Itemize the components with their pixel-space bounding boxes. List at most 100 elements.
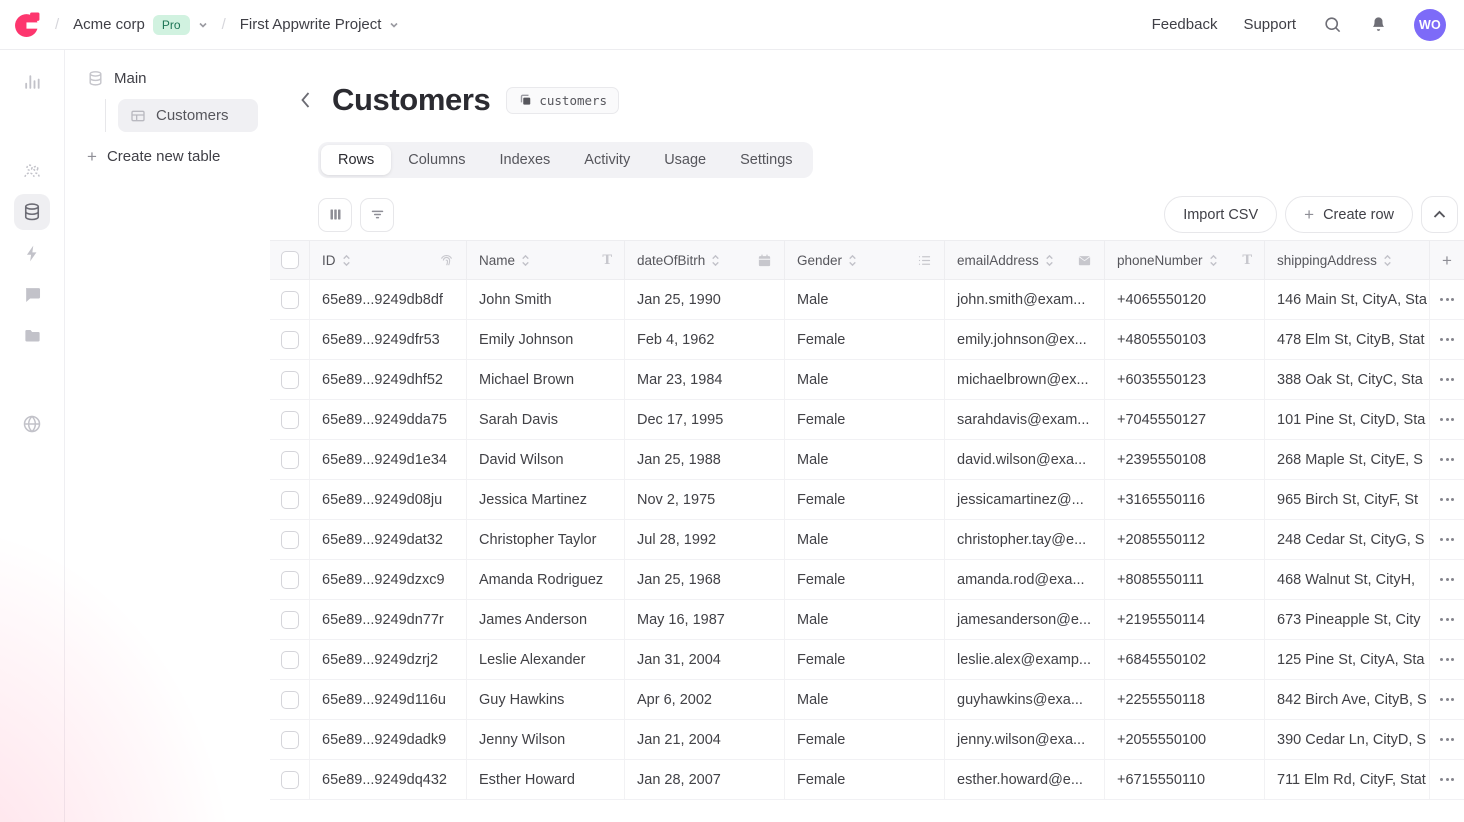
add-column-button[interactable]: + xyxy=(1430,241,1464,279)
cell-dateofbitrh: Feb 4, 1962 xyxy=(625,320,785,359)
table-row[interactable]: 65e89...9249d116u Guy Hawkins Apr 6, 200… xyxy=(270,680,1464,720)
columns-view-icon[interactable] xyxy=(318,198,352,232)
row-more-icon[interactable] xyxy=(1436,292,1458,307)
row-checkbox[interactable] xyxy=(281,491,299,509)
cell-phonenumber: +6845550102 xyxy=(1105,640,1265,679)
create-row-button[interactable]: + Create row xyxy=(1285,196,1413,233)
table-row[interactable]: 65e89...9249d1e34 David Wilson Jan 25, 1… xyxy=(270,440,1464,480)
cell-gender: Female xyxy=(785,760,945,799)
text-type-icon: T xyxy=(602,253,612,268)
table-row[interactable]: 65e89...9249dq432 Esther Howard Jan 28, … xyxy=(270,760,1464,800)
feedback-link[interactable]: Feedback xyxy=(1152,16,1218,33)
tree-database-main[interactable]: Main xyxy=(79,62,258,95)
row-checkbox[interactable] xyxy=(281,531,299,549)
column-header-shippingaddress[interactable]: shippingAddress xyxy=(1265,241,1430,279)
row-more-icon[interactable] xyxy=(1436,652,1458,667)
cell-phonenumber: +6035550123 xyxy=(1105,360,1265,399)
messaging-icon[interactable] xyxy=(14,276,50,312)
filters-icon[interactable] xyxy=(360,198,394,232)
row-actions-cell xyxy=(1430,280,1464,319)
storage-icon[interactable] xyxy=(14,317,50,353)
tree-table-customers[interactable]: Customers xyxy=(118,99,258,132)
row-checkbox[interactable] xyxy=(281,571,299,589)
row-select-cell xyxy=(270,640,310,679)
column-header-name[interactable]: Name T xyxy=(467,241,625,279)
row-more-icon[interactable] xyxy=(1436,412,1458,427)
network-icon[interactable] xyxy=(14,406,50,442)
tab-indexes[interactable]: Indexes xyxy=(482,145,567,175)
row-checkbox[interactable] xyxy=(281,731,299,749)
back-button[interactable] xyxy=(294,89,316,111)
sort-icon xyxy=(521,254,530,267)
select-all-checkbox[interactable] xyxy=(281,251,299,269)
row-checkbox[interactable] xyxy=(281,331,299,349)
metrics-icon[interactable] xyxy=(14,64,50,100)
support-link[interactable]: Support xyxy=(1243,16,1296,33)
tab-columns[interactable]: Columns xyxy=(391,145,482,175)
functions-icon[interactable] xyxy=(14,235,50,271)
column-label: phoneNumber xyxy=(1117,253,1203,268)
column-header-phonenumber[interactable]: phoneNumber T xyxy=(1105,241,1265,279)
table-body: 65e89...9249db8df John Smith Jan 25, 199… xyxy=(270,280,1464,800)
column-header-emailaddress[interactable]: emailAddress xyxy=(945,241,1105,279)
table-row[interactable]: 65e89...9249dhf52 Michael Brown Mar 23, … xyxy=(270,360,1464,400)
table-row[interactable]: 65e89...9249d08ju Jessica Martinez Nov 2… xyxy=(270,480,1464,520)
row-checkbox[interactable] xyxy=(281,771,299,789)
table-row[interactable]: 65e89...9249dfr53 Emily Johnson Feb 4, 1… xyxy=(270,320,1464,360)
row-checkbox[interactable] xyxy=(281,611,299,629)
row-more-icon[interactable] xyxy=(1436,572,1458,587)
project-switcher[interactable]: First Appwrite Project xyxy=(240,16,400,33)
create-table-button[interactable]: + Create new table xyxy=(79,138,258,175)
row-more-icon[interactable] xyxy=(1436,452,1458,467)
cell-name: John Smith xyxy=(467,280,625,319)
table-row[interactable]: 65e89...9249dn77r James Anderson May 16,… xyxy=(270,600,1464,640)
tab-settings[interactable]: Settings xyxy=(723,145,809,175)
plus-icon: + xyxy=(1304,206,1314,223)
table-row[interactable]: 65e89...9249dzxc9 Amanda Rodriguez Jan 2… xyxy=(270,560,1464,600)
column-header-id[interactable]: ID xyxy=(310,241,467,279)
row-more-icon[interactable] xyxy=(1436,492,1458,507)
row-actions-cell xyxy=(1430,320,1464,359)
user-avatar[interactable]: WO xyxy=(1414,9,1446,41)
row-more-icon[interactable] xyxy=(1436,332,1458,347)
row-more-icon[interactable] xyxy=(1436,372,1458,387)
auth-users-icon[interactable] xyxy=(14,153,50,189)
cell-gender: Male xyxy=(785,440,945,479)
row-checkbox[interactable] xyxy=(281,451,299,469)
table-row[interactable]: 65e89...9249dzrj2 Leslie Alexander Jan 3… xyxy=(270,640,1464,680)
row-more-icon[interactable] xyxy=(1436,612,1458,627)
row-select-cell xyxy=(270,760,310,799)
table-row[interactable]: 65e89...9249dat32 Christopher Taylor Jul… xyxy=(270,520,1464,560)
tab-activity[interactable]: Activity xyxy=(567,145,647,175)
table-row[interactable]: 65e89...9249dadk9 Jenny Wilson Jan 21, 2… xyxy=(270,720,1464,760)
tab-rows[interactable]: Rows xyxy=(321,145,391,175)
row-more-icon[interactable] xyxy=(1436,732,1458,747)
databases-icon[interactable] xyxy=(14,194,50,230)
cell-gender: Female xyxy=(785,640,945,679)
import-csv-button[interactable]: Import CSV xyxy=(1164,196,1277,233)
org-switcher[interactable]: Acme corp Pro xyxy=(73,15,207,35)
tab-usage[interactable]: Usage xyxy=(647,145,723,175)
table-row[interactable]: 65e89...9249dda75 Sarah Davis Dec 17, 19… xyxy=(270,400,1464,440)
row-checkbox[interactable] xyxy=(281,691,299,709)
row-checkbox[interactable] xyxy=(281,651,299,669)
column-header-dateofbitrh[interactable]: dateOfBitrh xyxy=(625,241,785,279)
table-id-chip[interactable]: customers xyxy=(506,87,619,114)
search-icon[interactable] xyxy=(1322,15,1342,35)
cell-name: Christopher Taylor xyxy=(467,520,625,559)
table-row[interactable]: 65e89...9249db8df John Smith Jan 25, 199… xyxy=(270,280,1464,320)
bell-icon[interactable] xyxy=(1368,15,1388,35)
cell-phonenumber: +7045550127 xyxy=(1105,400,1265,439)
column-header-gender[interactable]: Gender xyxy=(785,241,945,279)
row-checkbox[interactable] xyxy=(281,291,299,309)
cell-id: 65e89...9249dat32 xyxy=(310,520,467,559)
row-select-cell xyxy=(270,480,310,519)
row-checkbox[interactable] xyxy=(281,371,299,389)
cell-name: Guy Hawkins xyxy=(467,680,625,719)
row-more-icon[interactable] xyxy=(1436,532,1458,547)
row-more-icon[interactable] xyxy=(1436,772,1458,787)
row-checkbox[interactable] xyxy=(281,411,299,429)
appwrite-logo-icon[interactable] xyxy=(14,11,41,38)
chevron-up-icon[interactable] xyxy=(1421,196,1458,233)
row-more-icon[interactable] xyxy=(1436,692,1458,707)
